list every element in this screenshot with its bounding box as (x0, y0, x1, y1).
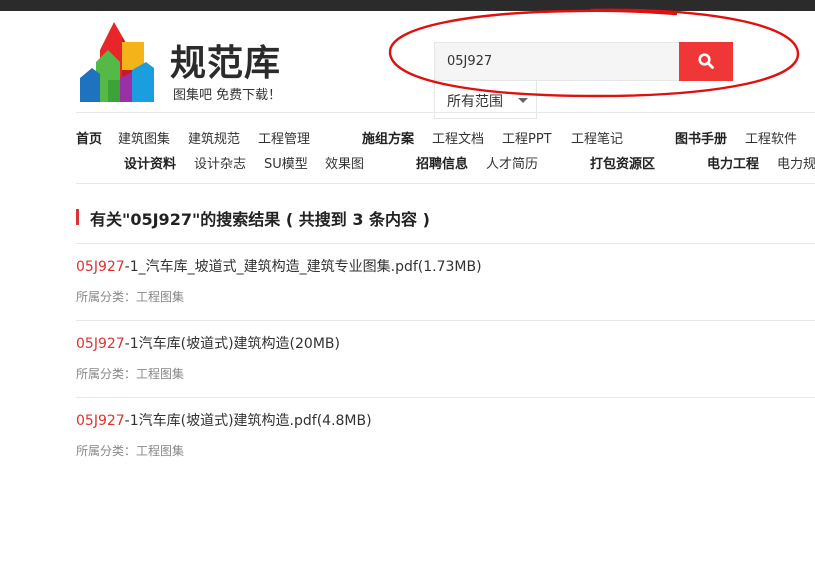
result-title-rest: -1汽车库(坡道式)建筑构造(20MB) (124, 336, 340, 352)
nav-bundle-resources[interactable]: 打包资源区 (590, 153, 655, 172)
nav-building-atlas[interactable]: 建筑图集 (118, 128, 170, 147)
nav-engineering-ppt[interactable]: 工程PPT (502, 128, 552, 147)
site-logo[interactable]: 规范库 图集吧 免费下载！ (78, 22, 308, 104)
nav-renderings[interactable]: 效果图 (325, 153, 364, 172)
search-scope-dropdown[interactable]: 所有范围 (434, 81, 537, 119)
result-divider (76, 397, 815, 398)
nav-home[interactable]: 首页 (76, 128, 102, 147)
nav-job-listings[interactable]: 招聘信息 (416, 153, 468, 172)
logo-slogan: 图集吧 免费下载！ (173, 88, 282, 103)
result-title-rest: -1汽车库(坡道式)建筑构造.pdf(4.8MB) (124, 413, 372, 429)
result-title-link[interactable]: 05J927-1汽车库(坡道式)建筑构造(20MB) (76, 333, 340, 353)
nav-row-secondary: 设计资料 设计杂志 SU模型 效果图 招聘信息 人才简历 打包资源区 电力工程 … (0, 153, 815, 173)
nav-engineering-docs[interactable]: 工程文档 (432, 128, 484, 147)
nav-resumes[interactable]: 人才简历 (486, 153, 538, 172)
search-button[interactable] (679, 42, 733, 81)
result-keyword-highlight: 05J927 (76, 259, 125, 275)
top-bar (0, 0, 815, 11)
header-divider (76, 112, 815, 113)
nav-row-primary: 首页 建筑图集 建筑规范 工程管理 施组方案 工程文档 工程PPT 工程笔记 图… (0, 128, 815, 148)
search-box (434, 42, 680, 81)
result-title-rest: -1_汽车库_坡道式_建筑构造_建筑专业图集.pdf(1.73MB) (124, 259, 482, 275)
search-icon (698, 53, 714, 69)
heading-accent-bar (76, 209, 79, 225)
nav-engineering-software[interactable]: 工程软件 (745, 128, 797, 147)
logo-title: 规范库 (170, 43, 282, 84)
nav-project-management[interactable]: 工程管理 (258, 128, 310, 147)
nav-power-engineering[interactable]: 电力工程 (707, 153, 759, 172)
nav-building-codes[interactable]: 建筑规范 (188, 128, 240, 147)
nav-construction-plans[interactable]: 施组方案 (362, 128, 414, 147)
nav-power-codes[interactable]: 电力规 (777, 153, 815, 172)
result-category: 所属分类：工程图集 (76, 367, 185, 381)
nav-divider (76, 183, 815, 184)
search-input[interactable] (447, 43, 667, 80)
nav-design-magazines[interactable]: 设计杂志 (194, 153, 246, 172)
result-category: 所属分类：工程图集 (76, 444, 185, 458)
result-keyword-highlight: 05J927 (76, 336, 125, 352)
nav-engineering-notes[interactable]: 工程笔记 (571, 128, 623, 147)
result-category: 所属分类：工程图集 (76, 290, 185, 304)
nav-su-models[interactable]: SU模型 (264, 153, 308, 172)
result-keyword-highlight: 05J927 (76, 413, 125, 429)
results-divider (76, 243, 815, 244)
building-blocks-logo-icon (80, 22, 154, 102)
search-scope-label: 所有范围 (447, 94, 503, 110)
result-divider (76, 320, 815, 321)
result-title-link[interactable]: 05J927-1汽车库(坡道式)建筑构造.pdf(4.8MB) (76, 410, 372, 430)
search-results-heading-text: 有关"05J927"的搜索结果 ( 共搜到 3 条内容 ) (90, 210, 430, 229)
result-title-link[interactable]: 05J927-1_汽车库_坡道式_建筑构造_建筑专业图集.pdf(1.73MB) (76, 256, 482, 276)
nav-books-manuals[interactable]: 图书手册 (675, 128, 727, 147)
nav-design-data[interactable]: 设计资料 (124, 153, 176, 172)
caret-down-icon (518, 98, 528, 103)
